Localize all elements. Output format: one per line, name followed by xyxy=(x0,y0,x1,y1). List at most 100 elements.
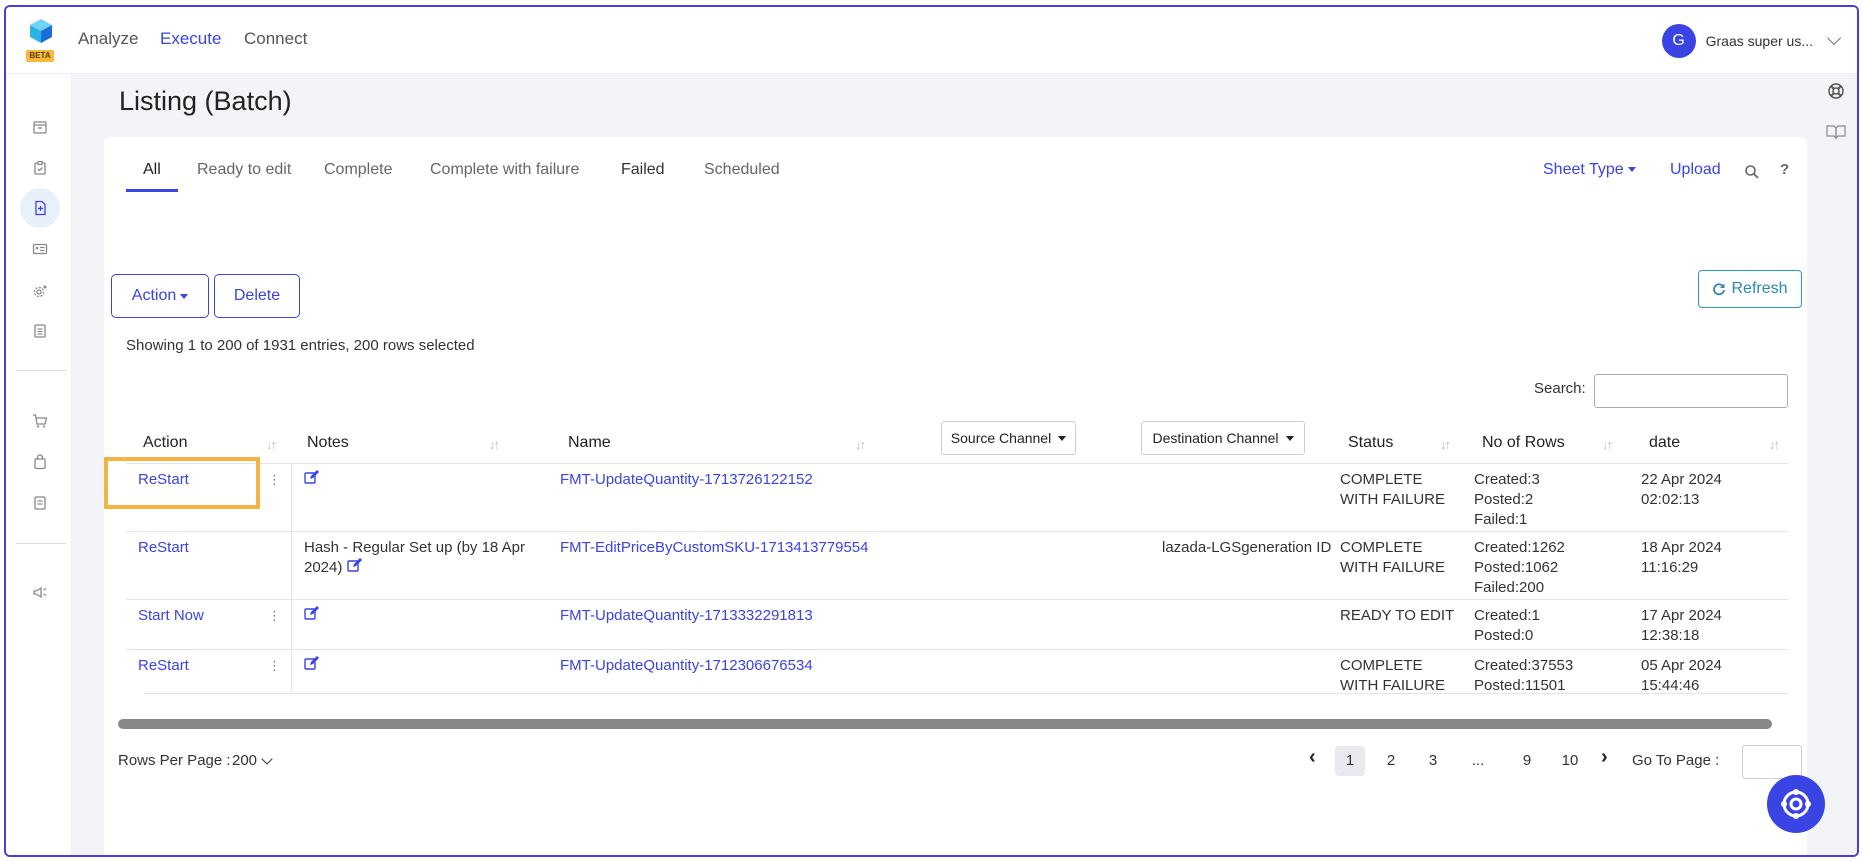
sort-icon[interactable]: ↓↑ xyxy=(1602,437,1613,452)
column-header-action[interactable]: Action xyxy=(143,434,187,452)
source-channel-filter[interactable]: Source Channel xyxy=(941,421,1076,455)
date-line: 05 Apr 2024 xyxy=(1641,657,1722,674)
upload-link[interactable]: Upload xyxy=(1670,161,1721,179)
date-cell: 18 Apr 2024 11:16:29 xyxy=(1641,538,1722,578)
batch-name-link[interactable]: FMT-EditPriceByCustomSKU-1713413779554 xyxy=(560,538,868,558)
row-divider xyxy=(144,693,1788,694)
listing-card: All Ready to edit Complete Complete with… xyxy=(104,137,1807,855)
user-menu[interactable]: G Graas super us... xyxy=(1661,23,1842,59)
more-options-icon[interactable]: ⋮ xyxy=(268,472,281,488)
settings-gear-icon[interactable] xyxy=(20,271,60,311)
sort-icon[interactable]: ↓↑ xyxy=(1769,437,1780,452)
page-10[interactable]: 10 xyxy=(1555,746,1585,776)
help-icon[interactable]: ? xyxy=(1780,161,1789,178)
go-to-page-label: Go To Page : xyxy=(1632,752,1720,769)
edit-note-icon[interactable] xyxy=(304,656,319,676)
page-9[interactable]: 9 xyxy=(1512,746,1542,776)
help-widget-button[interactable] xyxy=(1767,775,1825,833)
edit-note-icon[interactable] xyxy=(346,558,362,576)
rows-info: Created:1262 Posted:1062 Failed:200 xyxy=(1474,538,1565,598)
notes-line: 2024) xyxy=(304,559,343,576)
tab-failed[interactable]: Failed xyxy=(621,161,665,179)
edit-note-icon[interactable] xyxy=(304,606,319,626)
column-header-no-of-rows[interactable]: No of Rows xyxy=(1482,434,1565,452)
sort-icon[interactable]: ↓↑ xyxy=(1440,437,1451,452)
column-header-date[interactable]: date xyxy=(1649,434,1680,452)
destination-channel-filter[interactable]: Destination Channel xyxy=(1141,421,1305,455)
more-options-icon[interactable]: ⋮ xyxy=(268,608,281,624)
page-1[interactable]: 1 xyxy=(1335,746,1365,776)
column-header-name[interactable]: Name xyxy=(568,434,611,452)
sort-icon[interactable]: ↓↑ xyxy=(855,437,866,452)
status-text: COMPLETE WITH FAILURE xyxy=(1340,470,1445,510)
row-divider xyxy=(126,463,1788,464)
batch-name-link[interactable]: FMT-UpdateQuantity-1713726122152 xyxy=(560,470,813,490)
more-options-icon[interactable]: ⋮ xyxy=(268,658,281,674)
column-header-notes[interactable]: Notes xyxy=(307,434,349,452)
created-count: Created:3 xyxy=(1474,471,1540,488)
sort-icon[interactable]: ↓↑ xyxy=(266,437,277,452)
nav-tab-connect[interactable]: Connect xyxy=(244,29,307,49)
shopping-bag-icon[interactable] xyxy=(20,442,60,482)
nav-tab-execute[interactable]: Execute xyxy=(160,29,221,49)
page-2[interactable]: 2 xyxy=(1376,746,1406,776)
tab-complete[interactable]: Complete xyxy=(324,161,392,179)
date-line: 22 Apr 2024 xyxy=(1641,471,1722,488)
search-input[interactable] xyxy=(1594,374,1788,408)
tab-all[interactable]: All xyxy=(143,161,161,179)
action-dropdown-button[interactable]: Action xyxy=(111,274,209,318)
caret-down-icon xyxy=(1058,435,1067,441)
sort-icon[interactable]: ↓↑ xyxy=(489,437,500,452)
notes-text: Hash - Regular Set up (by 18 Apr 2024) xyxy=(304,538,525,578)
megaphone-icon[interactable] xyxy=(20,572,60,612)
column-header-status[interactable]: Status xyxy=(1348,434,1393,452)
page-title: Listing (Batch) xyxy=(119,86,292,116)
document-icon[interactable] xyxy=(20,483,60,523)
book-icon[interactable] xyxy=(1826,124,1846,144)
tab-ready-to-edit[interactable]: Ready to edit xyxy=(197,161,291,179)
horizontal-scrollbar[interactable] xyxy=(118,719,1772,729)
lifebuoy-icon[interactable] xyxy=(1827,82,1845,104)
app-logo[interactable]: BETA xyxy=(22,19,58,67)
date-cell: 17 Apr 2024 12:38:18 xyxy=(1641,606,1722,646)
tab-scheduled[interactable]: Scheduled xyxy=(704,161,780,179)
list-document-icon[interactable] xyxy=(20,311,60,351)
start-now-link[interactable]: Start Now xyxy=(138,606,204,626)
chevron-down-icon xyxy=(1826,30,1842,46)
id-card-icon[interactable] xyxy=(20,229,60,269)
sidebar xyxy=(6,74,72,855)
archive-icon[interactable] xyxy=(20,107,60,147)
restart-link[interactable]: ReStart xyxy=(138,538,189,558)
created-count: Created:37553 xyxy=(1474,657,1574,674)
next-page-icon[interactable]: › xyxy=(1601,746,1608,769)
time-line: 11:16:29 xyxy=(1641,559,1699,576)
file-upload-icon[interactable] xyxy=(20,188,60,228)
row-divider xyxy=(126,649,1788,650)
tab-complete-with-failure[interactable]: Complete with failure xyxy=(430,161,579,179)
source-channel-label: Source Channel xyxy=(950,430,1052,446)
rows-per-page-select[interactable]: 200 xyxy=(232,752,273,769)
rows-per-page-value: 200 xyxy=(232,752,258,769)
refresh-button[interactable]: Refresh xyxy=(1698,270,1802,308)
user-name: Graas super us... xyxy=(1705,33,1813,49)
nav-tab-analyze[interactable]: Analyze xyxy=(78,29,138,49)
clipboard-check-icon[interactable] xyxy=(20,148,60,188)
created-count: Created:1 xyxy=(1474,607,1540,624)
cart-icon[interactable] xyxy=(20,401,60,441)
batch-name-link[interactable]: FMT-UpdateQuantity-1713332291813 xyxy=(560,606,813,626)
entries-info: Showing 1 to 200 of 1931 entries, 200 ro… xyxy=(126,337,475,354)
search-icon[interactable] xyxy=(1744,164,1760,184)
status-line: WITH FAILURE xyxy=(1340,491,1446,508)
status-line: COMPLETE xyxy=(1340,471,1423,488)
delete-button[interactable]: Delete xyxy=(214,274,300,318)
row-divider xyxy=(126,599,1788,600)
destination-channel-label: Destination Channel xyxy=(1152,430,1279,446)
posted-count: Posted:0 xyxy=(1474,627,1534,644)
page-3[interactable]: 3 xyxy=(1418,746,1448,776)
batch-name-link[interactable]: FMT-UpdateQuantity-1712306676534 xyxy=(560,656,813,676)
sheet-type-dropdown[interactable]: Sheet Type xyxy=(1543,161,1636,179)
go-to-page-input[interactable] xyxy=(1742,745,1802,779)
edit-note-icon[interactable] xyxy=(304,470,319,490)
previous-page-icon[interactable]: ‹ xyxy=(1309,746,1316,769)
restart-link[interactable]: ReStart xyxy=(138,656,189,676)
